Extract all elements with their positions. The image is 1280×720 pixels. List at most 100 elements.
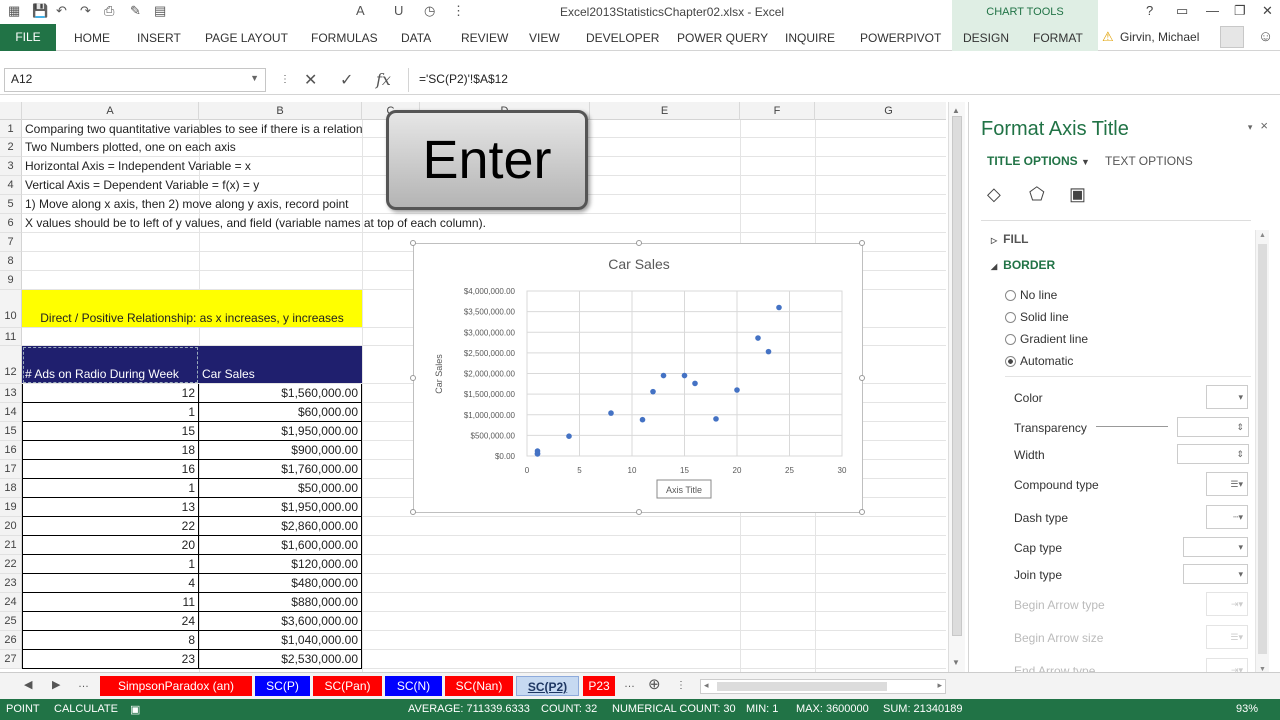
tab-developer[interactable]: DEVELOPER — [586, 31, 659, 45]
table-cell-x[interactable]: 1 — [22, 403, 199, 422]
table-cell-y[interactable]: $480,000.00 — [199, 574, 362, 593]
enter-icon[interactable]: ✓ — [340, 70, 353, 90]
table-cell-y[interactable]: $2,860,000.00 — [199, 517, 362, 536]
format-painter-icon[interactable]: ✎ — [130, 3, 141, 19]
effects-icon[interactable]: ⬠ — [1029, 184, 1045, 205]
table-cell-y[interactable]: $120,000.00 — [199, 555, 362, 574]
pane-scroll-thumb[interactable] — [1258, 244, 1267, 654]
restore-icon[interactable]: ❐ — [1234, 3, 1246, 19]
table-cell-y[interactable]: $1,950,000.00 — [199, 498, 362, 517]
scroll-left-icon[interactable]: ◂ — [704, 680, 709, 691]
y-tick-label[interactable]: $3,000,000.00 — [464, 328, 516, 337]
note-cell[interactable]: Comparing two quantitative variables to … — [22, 120, 382, 138]
radio-gradient-line[interactable]: Gradient line — [1005, 332, 1088, 346]
row-header[interactable]: 18 — [0, 479, 22, 498]
x-tick-label[interactable]: 20 — [733, 466, 742, 475]
tab-design[interactable]: DESIGN — [963, 31, 1009, 45]
tab-home[interactable]: HOME — [74, 31, 110, 45]
chevron-down-icon[interactable]: ▼ — [250, 73, 259, 83]
resize-handle[interactable] — [636, 240, 642, 246]
formula-input[interactable]: ='SC(P2)'!$A$12 — [408, 68, 1276, 92]
table-cell-x[interactable]: 16 — [22, 460, 199, 479]
row-header[interactable]: 26 — [0, 631, 22, 650]
data-point[interactable] — [566, 433, 572, 439]
close-icon[interactable]: ✕ — [1262, 3, 1273, 19]
x-tick-label[interactable]: 30 — [838, 466, 847, 475]
table-cell-y[interactable]: $3,600,000.00 — [199, 612, 362, 631]
scroll-thumb[interactable] — [952, 116, 962, 636]
note-cell[interactable]: Two Numbers plotted, one on each axis — [22, 138, 382, 157]
minimize-icon[interactable]: — — [1206, 3, 1219, 18]
cap-type-dropdown[interactable]: ▾ — [1183, 537, 1248, 557]
resize-handle[interactable] — [410, 509, 416, 515]
underline-icon[interactable]: U — [394, 3, 403, 18]
section-border[interactable]: ◢ BORDER — [991, 258, 1055, 272]
transparency-input[interactable]: ⇕ — [1177, 417, 1249, 437]
note-cell[interactable]: Vertical Axis = Dependent Variable = f(x… — [22, 176, 382, 195]
highlight-cell[interactable]: Direct / Positive Relationship: as x inc… — [22, 290, 362, 328]
table-cell-y[interactable]: $1,760,000.00 — [199, 460, 362, 479]
pane-close-button[interactable]: × — [1260, 118, 1268, 133]
table-cell-x[interactable]: 20 — [22, 536, 199, 555]
table-cell-y[interactable]: $900,000.00 — [199, 441, 362, 460]
data-point[interactable] — [534, 448, 541, 454]
save-icon[interactable]: 💾 — [32, 3, 48, 19]
quick-access-icon[interactable]: ▤ — [154, 3, 166, 19]
table-cell-x[interactable]: 1 — [22, 479, 199, 498]
resize-handle[interactable] — [859, 509, 865, 515]
scroll-right-icon[interactable]: ▸ — [937, 680, 942, 691]
sheet-tab[interactable]: SC(P2) — [516, 676, 579, 696]
table-cell-y[interactable]: $60,000.00 — [199, 403, 362, 422]
sheet-tab[interactable]: SimpsonParadox (an) — [100, 676, 252, 696]
tab-text-options[interactable]: TEXT OPTIONS — [1105, 154, 1193, 168]
resize-handle[interactable] — [859, 375, 865, 381]
status-calc[interactable]: CALCULATE — [54, 703, 118, 715]
more-sheets-right-icon[interactable]: … — [624, 678, 635, 690]
h-scroll-thumb[interactable] — [717, 682, 887, 691]
x-tick-label[interactable]: 15 — [680, 466, 689, 475]
prev-sheet-icon[interactable]: ◀ — [24, 678, 32, 691]
feedback-smiley-icon[interactable]: ☺ — [1258, 28, 1273, 45]
y-tick-label[interactable]: $500,000.00 — [471, 431, 516, 440]
scroll-up-icon[interactable]: ▲ — [1259, 232, 1266, 239]
data-point[interactable] — [765, 348, 772, 355]
column-header-a[interactable]: A — [22, 102, 199, 120]
data-point[interactable] — [734, 387, 740, 393]
new-sheet-icon[interactable]: ⊕ — [648, 675, 661, 693]
row-header[interactable]: 25 — [0, 612, 22, 631]
avatar[interactable] — [1220, 26, 1244, 48]
row-header[interactable]: 7 — [0, 233, 22, 252]
dash-type-dropdown[interactable]: ┄▾ — [1206, 505, 1248, 529]
y-tick-label[interactable]: $0.00 — [495, 452, 516, 461]
section-fill[interactable]: ▷ FILL — [991, 232, 1028, 246]
print-preview-icon[interactable]: ⎙ — [104, 3, 114, 19]
row-header[interactable]: 2 — [0, 138, 22, 157]
next-sheet-icon[interactable]: ▶ — [52, 678, 60, 691]
font-color-icon[interactable]: A — [356, 3, 365, 18]
pane-scrollbar[interactable]: ▲ ▼ — [1255, 230, 1269, 680]
sheet-tab[interactable]: SC(N) — [385, 676, 442, 696]
note-cell[interactable]: Horizontal Axis = Independent Variable =… — [22, 157, 382, 176]
table-header-x[interactable]: # Ads on Radio During Week — [22, 346, 199, 384]
table-cell-y[interactable]: $1,950,000.00 — [199, 422, 362, 441]
pane-dropdown-icon[interactable]: ▾ — [1248, 122, 1253, 132]
row-header[interactable]: 3 — [0, 157, 22, 176]
size-properties-icon[interactable]: ▣ — [1069, 184, 1086, 205]
table-cell-x[interactable]: 12 — [22, 384, 199, 403]
table-cell-x[interactable]: 1 — [22, 555, 199, 574]
chart-title[interactable]: Car Sales — [608, 256, 669, 272]
note-cell[interactable]: 1) Move along x axis, then 2) move along… — [22, 195, 382, 214]
scroll-up-icon[interactable]: ▲ — [952, 106, 960, 115]
column-header-b[interactable]: B — [199, 102, 362, 120]
row-header[interactable]: 21 — [0, 536, 22, 555]
table-header-y[interactable]: Car Sales — [199, 346, 362, 384]
split-handle-icon[interactable]: ⋮ — [676, 680, 686, 691]
table-cell-x[interactable]: 22 — [22, 517, 199, 536]
y-tick-label[interactable]: $3,500,000.00 — [464, 308, 516, 317]
sheet-tab[interactable]: SC(Pan) — [313, 676, 382, 696]
y-tick-label[interactable]: $1,500,000.00 — [464, 390, 516, 399]
row-header[interactable]: 19 — [0, 498, 22, 517]
x-tick-label[interactable]: 0 — [525, 466, 530, 475]
vertical-scrollbar[interactable]: ▲ ▼ — [948, 102, 965, 672]
radio-solid-line[interactable]: Solid line — [1005, 310, 1069, 324]
